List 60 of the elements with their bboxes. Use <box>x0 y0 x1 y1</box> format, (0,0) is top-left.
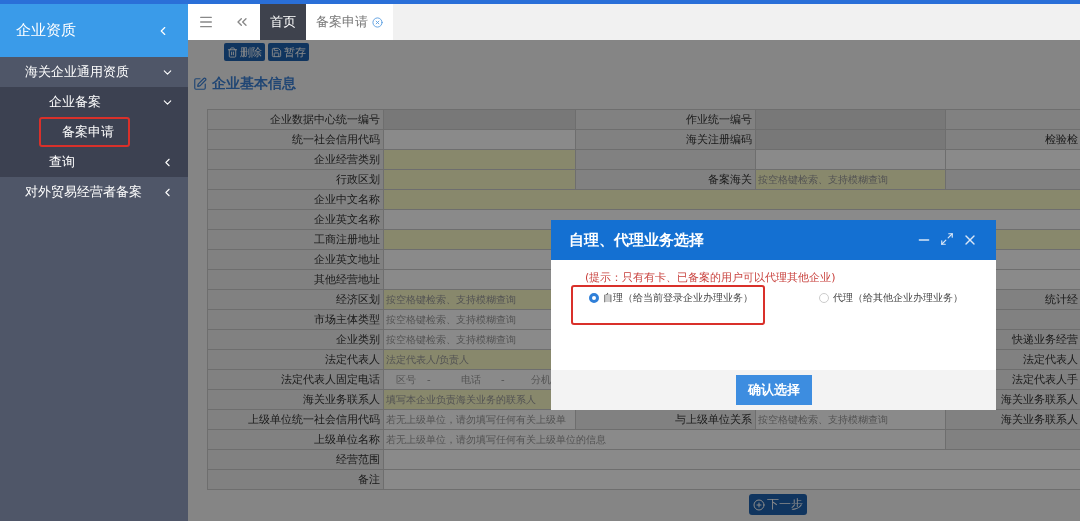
field-label: 企业中文名称 <box>208 190 384 210</box>
maximize-icon[interactable] <box>940 232 954 246</box>
radio-option[interactable]: 自理（给当前登录企业办理业务） <box>571 285 765 325</box>
field-label: 上级单位统一社会信用代码 <box>208 410 384 430</box>
field-label: 备注 <box>208 470 384 490</box>
next-button[interactable]: 下一步 <box>749 494 807 515</box>
field-label: 经济区划 <box>208 290 384 310</box>
field-label: 作业统一编号 <box>576 110 756 130</box>
field-label: 海关业务联系人 <box>208 390 384 410</box>
menu-icon[interactable] <box>188 4 224 40</box>
input-field[interactable] <box>384 470 1080 490</box>
save-icon <box>271 46 282 58</box>
field-label: 企业英文名称 <box>208 210 384 230</box>
tab[interactable]: 备案申请 <box>306 4 393 40</box>
input-field[interactable] <box>384 110 576 130</box>
field-label: 行政区划 <box>208 170 384 190</box>
phone-part-placeholder: - <box>427 374 432 385</box>
sidebar-item[interactable]: 企业备案 <box>0 87 188 117</box>
plus-circle-icon <box>753 498 765 511</box>
field-label: 上级单位名称 <box>208 430 384 450</box>
phone-part-placeholder: - <box>501 374 506 385</box>
field-label: 工商注册地址 <box>208 230 384 250</box>
field-label: 市场主体类型 <box>208 310 384 330</box>
save-button[interactable]: 暂存 <box>268 43 309 61</box>
hint-text: (提示：只有有卡、已备案的用户可以代理其他企业) <box>584 270 837 285</box>
input-field[interactable] <box>384 130 576 150</box>
field-label: 企业数据中心统一编号 <box>208 110 384 130</box>
radio-button[interactable] <box>819 293 829 303</box>
close-icon[interactable] <box>372 16 383 28</box>
section-title: 企业基本信息 <box>212 75 296 93</box>
input-field[interactable] <box>384 190 1080 210</box>
field-label: 经营范围 <box>208 450 384 470</box>
field-label: 与上级单位关系 <box>576 410 756 430</box>
sidebar-title: 企业资质 <box>16 21 76 40</box>
field-label: 企业类别 <box>208 330 384 350</box>
trash-icon <box>227 46 238 58</box>
input-field[interactable] <box>384 150 576 170</box>
input-field[interactable] <box>946 150 1080 170</box>
field-label: 企业经营类别 <box>208 150 384 170</box>
dialog-title: 自理、代理业务选择 <box>569 230 704 250</box>
field-label: 海关业务联系人 <box>946 410 1080 430</box>
sidebar-item[interactable]: 备案申请 <box>39 117 130 147</box>
edit-icon <box>193 77 207 91</box>
input-field[interactable] <box>384 450 1080 470</box>
field-label: 统一社会信用代码 <box>208 130 384 150</box>
field-label: 检验检 <box>946 130 1080 150</box>
input-field[interactable] <box>756 150 946 170</box>
field-label: 法定代表人固定电话 <box>208 370 384 390</box>
input-field[interactable] <box>756 130 946 150</box>
radio-button[interactable] <box>589 293 599 303</box>
tab[interactable]: 首页 <box>260 4 306 40</box>
field-label: 其他经营地址 <box>208 270 384 290</box>
field-label: 企业英文地址 <box>208 250 384 270</box>
field-label: 法定代表人 <box>208 350 384 370</box>
field-label: 海关注册编码 <box>576 130 756 150</box>
delete-button[interactable]: 删除 <box>224 43 265 61</box>
double-chevron-left-icon[interactable] <box>224 4 260 40</box>
field-label: 备案海关 <box>576 170 756 190</box>
input-field[interactable] <box>384 170 576 190</box>
sidebar-item[interactable]: 查询 <box>0 147 188 177</box>
